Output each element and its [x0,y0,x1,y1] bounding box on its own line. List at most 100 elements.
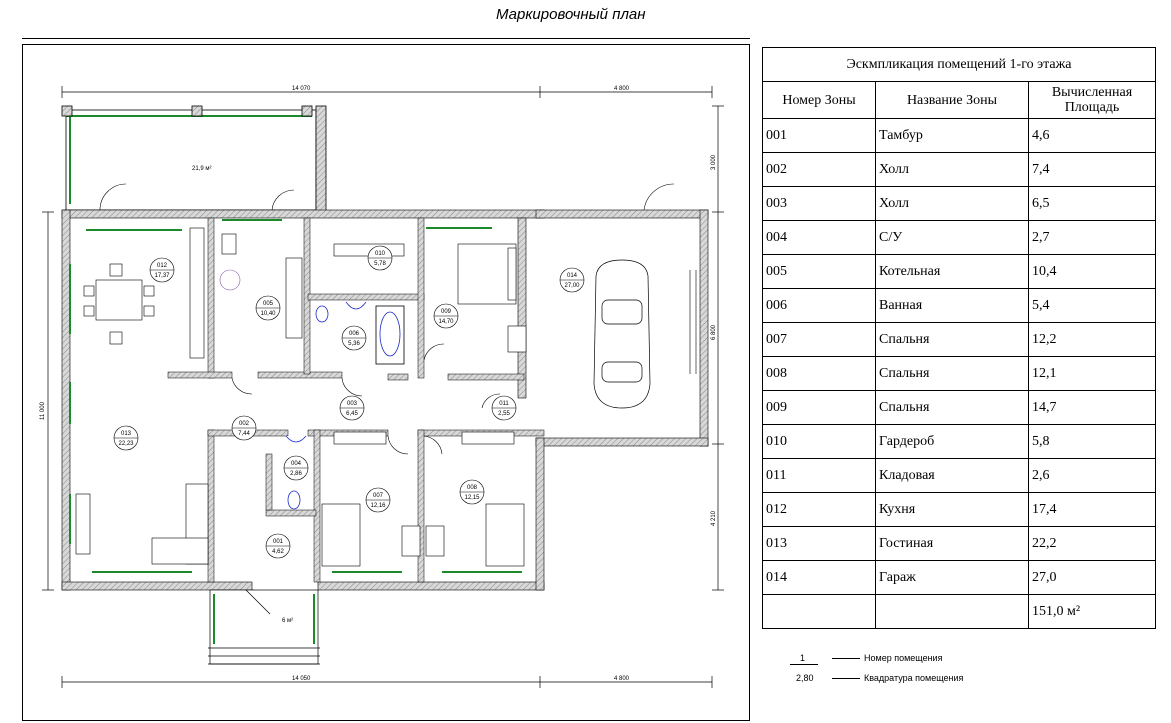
room-area-014: 27,00 [564,283,580,289]
room-area-006: 5,36 [348,341,360,347]
legend-num-underline [790,664,818,665]
total-area: 151,0 м² [1028,594,1156,629]
zone-area-cell: 12,1 [1028,356,1156,391]
zone-name-cell: Кухня [875,492,1029,527]
zone-area-cell: 6,5 [1028,186,1156,221]
room-num-013: 013 [121,431,132,437]
room-area-003: 6,45 [346,411,358,417]
legend-num-sample: 1 [800,653,806,663]
zone-area-cell: 12,2 [1028,322,1156,357]
zone-area-cell: 14,7 [1028,390,1156,425]
zone-area-cell: 2,6 [1028,458,1156,493]
zone-number-cell: 013 [762,526,876,561]
table-row: 004 С/У 2,7 [762,220,1156,255]
room-num-004: 004 [291,461,302,467]
room-area-005: 10,40 [260,311,276,317]
header-zone-name: Название Зоны [875,81,1029,119]
dim-bottom-left: 14 050 [292,676,311,682]
zone-name-cell: Спальня [875,356,1029,391]
explication-table: Эскмпликация помещений 1-го этажа Номер … [762,47,1156,629]
room-num-010: 010 [375,251,386,257]
legend-num-label: Номер помещения [864,653,943,663]
zone-area-cell: 5,8 [1028,424,1156,459]
room-area-001: 4,62 [272,549,284,555]
zone-name-cell: Холл [875,186,1029,221]
dim-right-bot: 4 210 [711,510,717,526]
room-num-009: 009 [441,309,452,315]
room-num-008: 008 [467,485,478,491]
zone-area-cell: 7,4 [1028,152,1156,187]
room-num-014: 014 [567,273,578,279]
table-row: 007 Спальня 12,2 [762,322,1156,357]
room-area-009: 14,70 [438,319,454,325]
room-marker-012: 012 17,37 [149,257,175,283]
dim-top-right: 4 800 [614,86,630,92]
zone-number-cell: 008 [762,356,876,391]
zone-number-cell: 001 [762,118,876,153]
room-marker-003: 003 6,45 [339,395,365,421]
zone-name-cell: Гостиная [875,526,1029,561]
room-area-002: 7,44 [238,431,250,437]
table-caption: Эскмпликация помещений 1-го этажа [762,47,1156,82]
room-area-008: 12,15 [464,495,480,501]
room-marker-007: 007 12,16 [365,487,391,513]
zone-number-cell: 011 [762,458,876,493]
zone-number-cell: 007 [762,322,876,357]
kitchen-furniture [83,227,241,359]
room-num-002: 002 [239,421,250,427]
total-empty-1 [762,594,876,629]
zone-number-cell: 006 [762,288,876,323]
legend-area-leader [832,678,860,679]
bedroom-furniture [285,243,527,567]
table-row: 009 Спальня 14,7 [762,390,1156,425]
zone-name-cell: С/У [875,220,1029,255]
zone-area-cell: 10,4 [1028,254,1156,289]
terrace [61,105,327,213]
porch-area: 6 м² [282,618,293,624]
room-area-010: 5,78 [374,261,386,267]
terrace-area: 21,9 м² [192,166,211,172]
zone-area-cell: 27,0 [1028,560,1156,595]
zone-name-cell: Холл [875,152,1029,187]
zone-area-cell: 17,4 [1028,492,1156,527]
room-num-011: 011 [499,401,509,407]
room-area-012: 17,37 [154,273,170,279]
legend-num-leader [832,658,860,659]
dim-right-top: 3 000 [711,154,717,170]
zone-number-cell: 009 [762,390,876,425]
plan-title: Маркировочный план [496,6,646,23]
table-row: 012 Кухня 17,4 [762,492,1156,527]
living-furniture [75,483,209,565]
zone-name-cell: Кладовая [875,458,1029,493]
porch [208,589,320,665]
room-num-005: 005 [263,301,274,307]
zone-name-cell: Гардероб [875,424,1029,459]
table-row: 014 Гараж 27,0 [762,560,1156,595]
room-marker-008: 008 12,15 [459,479,485,505]
zone-area-cell: 5,4 [1028,288,1156,323]
room-marker-010: 010 5,78 [367,245,393,271]
zone-name-cell: Гараж [875,560,1029,595]
room-area-013: 22,23 [118,441,134,447]
room-marker-002: 002 7,44 [231,415,257,441]
zone-number-cell: 005 [762,254,876,289]
room-num-012: 012 [157,263,168,269]
dim-right-mid: 6 800 [711,324,717,340]
room-marker-014: 014 27,00 [559,267,585,293]
room-marker-004: 004 2,86 [283,455,309,481]
dim-bottom-right: 4 800 [614,676,630,682]
room-marker-006: 006 5,36 [341,325,367,351]
header-zone-number: Номер Зоны [762,81,876,119]
legend-area-sample: 2,80 [796,673,814,683]
car [593,259,651,409]
zone-name-cell: Спальня [875,390,1029,425]
table-row: 011 Кладовая 2,6 [762,458,1156,493]
zone-area-cell: 2,7 [1028,220,1156,255]
room-marker-009: 009 14,70 [433,303,459,329]
room-area-011: 2,55 [498,411,510,417]
legend-area-label: Квадратура помещения [864,673,964,683]
table-row: 008 Спальня 12,1 [762,356,1156,391]
table-row: 013 Гостиная 22,2 [762,526,1156,561]
zone-area-cell: 4,6 [1028,118,1156,153]
zone-number-cell: 010 [762,424,876,459]
